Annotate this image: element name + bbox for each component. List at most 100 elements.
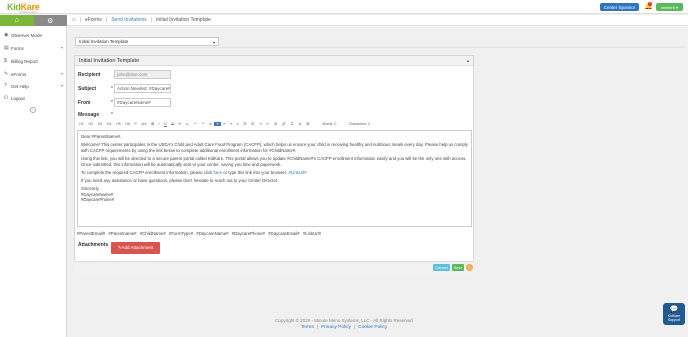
kidkare-support-button[interactable]: 💬 KidKare Support [663, 303, 685, 325]
kidkare-logo[interactable]: KidKare by Minute Menu [7, 2, 55, 14]
attachments-label: Attachments [78, 242, 109, 248]
table-icon[interactable]: ⊞ [272, 122, 280, 126]
sidebar-item-label: Observer Mode [11, 32, 43, 38]
recipient-label: Recipient [78, 72, 101, 78]
merge-tags-list[interactable]: #ParentEmail# #Parentname# #ChildName# #… [77, 231, 473, 236]
panel-header: Initial Invitation Template ▲ [75, 56, 473, 66]
redo-icon[interactable]: ↷ [199, 122, 207, 126]
clear-format-icon[interactable]: ⊘ [207, 122, 215, 126]
sidebar-item-label: Billing Report [11, 58, 38, 64]
strikethrough-button[interactable]: S [169, 122, 176, 126]
sidebar-item-label: eForms [11, 71, 27, 77]
sidebar-item-logout[interactable]: ⏻ Logout [0, 92, 67, 104]
help-circle-icon[interactable]: ? [466, 264, 473, 271]
heading3-button[interactable]: H3 [95, 122, 104, 126]
align-center-icon[interactable]: ≡ [221, 122, 228, 126]
required-asterisk: * [111, 86, 113, 92]
collapse-sidebar-icon[interactable]: ‹ [30, 107, 36, 113]
subscript-button[interactable]: x₂ [184, 122, 192, 126]
word-count: Words: 0 [322, 122, 337, 126]
breadcrumb: ⌂ | eForms | Send Invitations | Initial … [67, 15, 688, 26]
breadcrumb-eforms[interactable]: eForms [85, 17, 102, 23]
preformatted-button[interactable]: pre [139, 122, 149, 126]
editor-greeting: Dear #ParentName#, [81, 134, 122, 139]
subject-input[interactable]: Action Needed: #DaycareName# [114, 84, 171, 93]
breadcrumb-send-invitations[interactable]: Send Invitations [111, 17, 147, 23]
underline-button[interactable]: U [162, 122, 169, 126]
chevron-up-icon[interactable]: ▲ [466, 58, 470, 63]
editor-signature: #DaycarePhone# [81, 197, 115, 203]
indent-icon[interactable]: ⇥ [257, 122, 265, 126]
sidebar-item-label: Get Help [11, 83, 29, 89]
message-label: Message [78, 112, 100, 118]
bold-button[interactable]: B [149, 122, 156, 126]
dollar-icon: $ [4, 58, 7, 64]
source-code-icon[interactable]: ⌘ [304, 122, 312, 126]
sidebar-item-eforms[interactable]: ✎ eForms ▾ [0, 68, 67, 80]
heading2-button[interactable]: H2 [86, 122, 95, 126]
breadcrumb-current: Initial Invitation Template [156, 17, 211, 23]
panel-footer: Cancel Save ? [74, 261, 474, 273]
help-icon: ? [4, 83, 7, 89]
sidebar-item-label: Forms [11, 45, 24, 51]
user-menu-button[interactable]: sheilerb ▾ [656, 3, 683, 11]
add-attachment-button[interactable]: ✎Add Attachment [111, 242, 160, 254]
cookie-policy-link[interactable]: Cookie Policy [358, 325, 387, 330]
here-link[interactable]: here [213, 170, 222, 175]
chevron-down-icon: ▾ [60, 71, 63, 76]
copyright-text: Copyright © 2020 - Minute Menu Systems, … [275, 318, 413, 323]
chevron-down-icon: ▾ [60, 45, 63, 50]
align-justify-icon[interactable]: ≡ [234, 122, 241, 126]
align-right-icon[interactable]: ≡ [228, 122, 235, 126]
divider [74, 47, 686, 48]
heading1-button[interactable]: H1 [77, 122, 86, 126]
heading5-button[interactable]: H5 [114, 122, 123, 126]
home-icon[interactable]: ⌂ [72, 17, 76, 23]
sidebar-item-forms[interactable]: ▤ Forms ▾ [0, 42, 67, 54]
sidebar-item-label: Logout [11, 95, 25, 101]
top-header: KidKare by Minute Menu Center Sponsor 🔔 1… [0, 0, 688, 14]
align-left-icon[interactable]: ≡ [214, 122, 221, 126]
template-select[interactable]: Initial Invitation Template ▾ [75, 37, 219, 46]
logo-tagline: by Minute Menu [19, 11, 37, 14]
chevron-down-icon: ▾ [212, 40, 215, 45]
terms-link[interactable]: Terms [301, 325, 314, 330]
unlink-icon[interactable]: ⊘ [296, 122, 304, 126]
home-tab-icon[interactable]: ⌂ [0, 15, 34, 26]
bullet-list-icon[interactable]: ☰ [241, 122, 249, 126]
cancel-button[interactable]: Cancel [433, 264, 450, 271]
undo-icon[interactable]: ↶ [191, 122, 199, 126]
sidebar-item-billing-report[interactable]: $ Billing Report [0, 55, 67, 67]
sidebar-item-get-help[interactable]: ? Get Help ▾ [0, 80, 67, 92]
image-icon[interactable]: ⊏ [289, 122, 297, 126]
outdent-icon[interactable]: ⇤ [264, 122, 272, 126]
save-button[interactable]: Save [452, 264, 464, 271]
message-editor[interactable]: Dear #ParentName#, Welcome! This center … [77, 130, 472, 227]
character-count: Characters: 0 [348, 122, 371, 126]
editor-text: or type this link into your browser: [222, 169, 289, 175]
heading4-button[interactable]: H4 [105, 122, 114, 126]
footer-links: Terms | Privacy Policy | Cookie Policy [0, 325, 688, 330]
recipient-field: john@doe.com [114, 70, 171, 79]
breadcrumb-separator: | [105, 17, 108, 23]
template-select-value: Initial Invitation Template [79, 39, 129, 44]
from-input[interactable]: #DaycareName# [114, 98, 171, 107]
settings-tab-gear-icon[interactable]: ⚙ [33, 15, 67, 26]
privacy-policy-link[interactable]: Privacy Policy [321, 325, 351, 330]
from-label: From [78, 100, 91, 106]
center-sponsor-button[interactable]: Center Sponsor [600, 3, 639, 11]
editor-paragraph: If you need any assistance or have quest… [81, 177, 279, 183]
subject-label: Subject [78, 86, 97, 92]
separator: | [353, 325, 356, 330]
paragraph-button[interactable]: P [132, 122, 139, 126]
sidebar-item-observer-mode[interactable]: ◉ Observer Mode [0, 29, 67, 41]
chat-bubble-icon: 💬 [669, 306, 679, 313]
link-url-token[interactable]: #LinkUrl# [288, 170, 306, 175]
breadcrumb-separator: | [79, 17, 81, 23]
heading6-button[interactable]: H6 [123, 122, 132, 126]
notification-bell-icon[interactable]: 🔔 1 [644, 2, 653, 11]
numbered-list-icon[interactable]: ☰ [249, 122, 257, 126]
link-icon[interactable]: 🔗 [280, 122, 289, 126]
editor-paragraph: To complete the required CACFP enrollmen… [81, 170, 468, 176]
superscript-button[interactable]: x² [176, 122, 184, 126]
